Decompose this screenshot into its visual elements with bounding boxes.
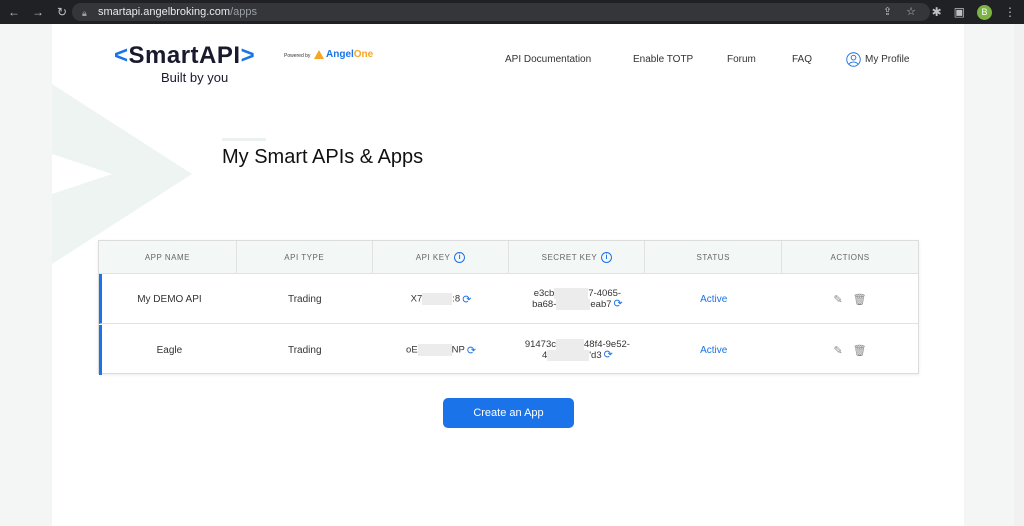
secret-key-value: e3cb 7-4065- ba68- eab7 ⟳ bbox=[532, 287, 623, 311]
status-badge: Active bbox=[700, 293, 728, 305]
title-accent bbox=[222, 138, 266, 141]
api-key-cell: X7:8 ⟳ bbox=[373, 274, 510, 324]
api-key-value: oE NP bbox=[406, 344, 465, 356]
apps-table: APP NAME API TYPE API KEY i SECRET KEY i… bbox=[98, 240, 919, 375]
info-icon[interactable]: i bbox=[601, 252, 613, 263]
header-api-type: API TYPE bbox=[237, 241, 373, 274]
address-bar[interactable]: 🔒︎ smartapi.angelbroking.com/apps ⇪ ☆ bbox=[72, 3, 930, 21]
app-name-cell: Eagle bbox=[156, 344, 183, 356]
share-icon[interactable]: ⇪ bbox=[883, 5, 892, 18]
app-name-cell: My DEMO API bbox=[137, 293, 202, 305]
actions-cell: ✎ 🗑︎ bbox=[782, 325, 918, 375]
nav-my-profile[interactable]: My Profile bbox=[846, 52, 909, 67]
trash-icon[interactable]: 🗑︎ bbox=[853, 293, 867, 306]
side-panel-icon[interactable]: ▣ bbox=[954, 5, 965, 19]
nav-faq[interactable]: FAQ bbox=[792, 54, 812, 65]
user-icon bbox=[846, 52, 861, 67]
table-row: Eagle Trading oE NP ⟳ 91473c 48f4-9e52- 4 '… bbox=[99, 325, 918, 375]
extensions-icon[interactable]: ✱ bbox=[932, 5, 942, 19]
url-host: smartapi.angelbroking.com bbox=[98, 6, 231, 18]
api-key-cell: oE NP ⟳ bbox=[373, 325, 510, 375]
lock-icon: 🔒︎ bbox=[82, 7, 87, 18]
scrollbar[interactable] bbox=[1014, 24, 1024, 526]
table-row: My DEMO API Trading X7:8 ⟳ e3cb 7-4065- b… bbox=[99, 274, 918, 324]
refresh-icon[interactable]: ⟳ bbox=[604, 349, 613, 361]
api-type-cell: Trading bbox=[287, 344, 322, 356]
status-cell: Active bbox=[645, 325, 782, 375]
header-api-key: API KEY i bbox=[373, 241, 510, 274]
info-icon[interactable]: i bbox=[454, 252, 466, 263]
smartapi-logo[interactable]: <SmartAPI> Built by you Powered by Angel… bbox=[114, 42, 374, 90]
profile-avatar[interactable]: B bbox=[977, 4, 992, 20]
edit-icon[interactable]: ✎ bbox=[833, 344, 842, 357]
url-path: /apps bbox=[230, 6, 257, 18]
edit-icon[interactable]: ✎ bbox=[833, 293, 842, 306]
refresh-icon[interactable]: ⟳ bbox=[614, 298, 623, 310]
my-profile-label: My Profile bbox=[865, 54, 910, 65]
status-badge: Active bbox=[700, 344, 728, 356]
reload-icon[interactable]: ↻ bbox=[52, 0, 72, 24]
secret-key-cell: 91473c 48f4-9e52- 4'd3 ⟳ bbox=[509, 325, 645, 375]
header-secret-key-label: SECRET KEY bbox=[541, 253, 598, 262]
back-icon[interactable]: ← bbox=[4, 0, 24, 24]
status-cell: Active bbox=[645, 274, 782, 324]
powered-by-label: Powered by bbox=[284, 53, 311, 59]
nav-forum[interactable]: Forum bbox=[727, 54, 756, 65]
nav-enable-totp[interactable]: Enable TOTP bbox=[633, 54, 693, 65]
header-secret-key: SECRET KEY i bbox=[509, 241, 646, 274]
api-key-value: X7:8 bbox=[410, 293, 461, 305]
actions-cell: ✎ 🗑︎ bbox=[782, 274, 918, 324]
trash-icon[interactable]: 🗑︎ bbox=[853, 344, 867, 357]
secret-key-value: 91473c 48f4-9e52- 4'd3 ⟳ bbox=[524, 338, 630, 362]
angelone-triangle-icon bbox=[314, 50, 324, 59]
create-app-button[interactable]: Create an App bbox=[443, 398, 574, 428]
api-type-cell: Trading bbox=[287, 293, 322, 305]
header-api-key-label: API KEY bbox=[415, 253, 451, 262]
header-actions: ACTIONS bbox=[830, 253, 870, 262]
page-title: My Smart APIs & Apps bbox=[222, 146, 424, 168]
bookmark-star-icon[interactable]: ☆ bbox=[906, 5, 916, 18]
logo-tagline: Built by you bbox=[161, 70, 229, 85]
header-status: STATUS bbox=[645, 241, 783, 274]
browser-toolbar: ← → ↻ 🔒︎ smartapi.angelbroking.com/apps … bbox=[0, 0, 1024, 24]
logo-wordmark: <SmartAPI> bbox=[114, 42, 256, 69]
refresh-icon[interactable]: ⟳ bbox=[462, 293, 471, 306]
angelone-logo: Angel One bbox=[314, 49, 373, 60]
secret-key-cell: e3cb 7-4065- ba68- eab7 ⟳ bbox=[509, 274, 645, 324]
table-header: APP NAME API TYPE API KEY i SECRET KEY i… bbox=[99, 241, 918, 274]
nav-api-documentation[interactable]: API Documentation bbox=[505, 54, 591, 65]
forward-icon[interactable]: → bbox=[28, 0, 48, 24]
menu-kebab-icon[interactable]: ⋮ bbox=[1004, 5, 1016, 19]
header-app-name: APP NAME bbox=[99, 241, 237, 274]
refresh-icon[interactable]: ⟳ bbox=[467, 344, 476, 357]
